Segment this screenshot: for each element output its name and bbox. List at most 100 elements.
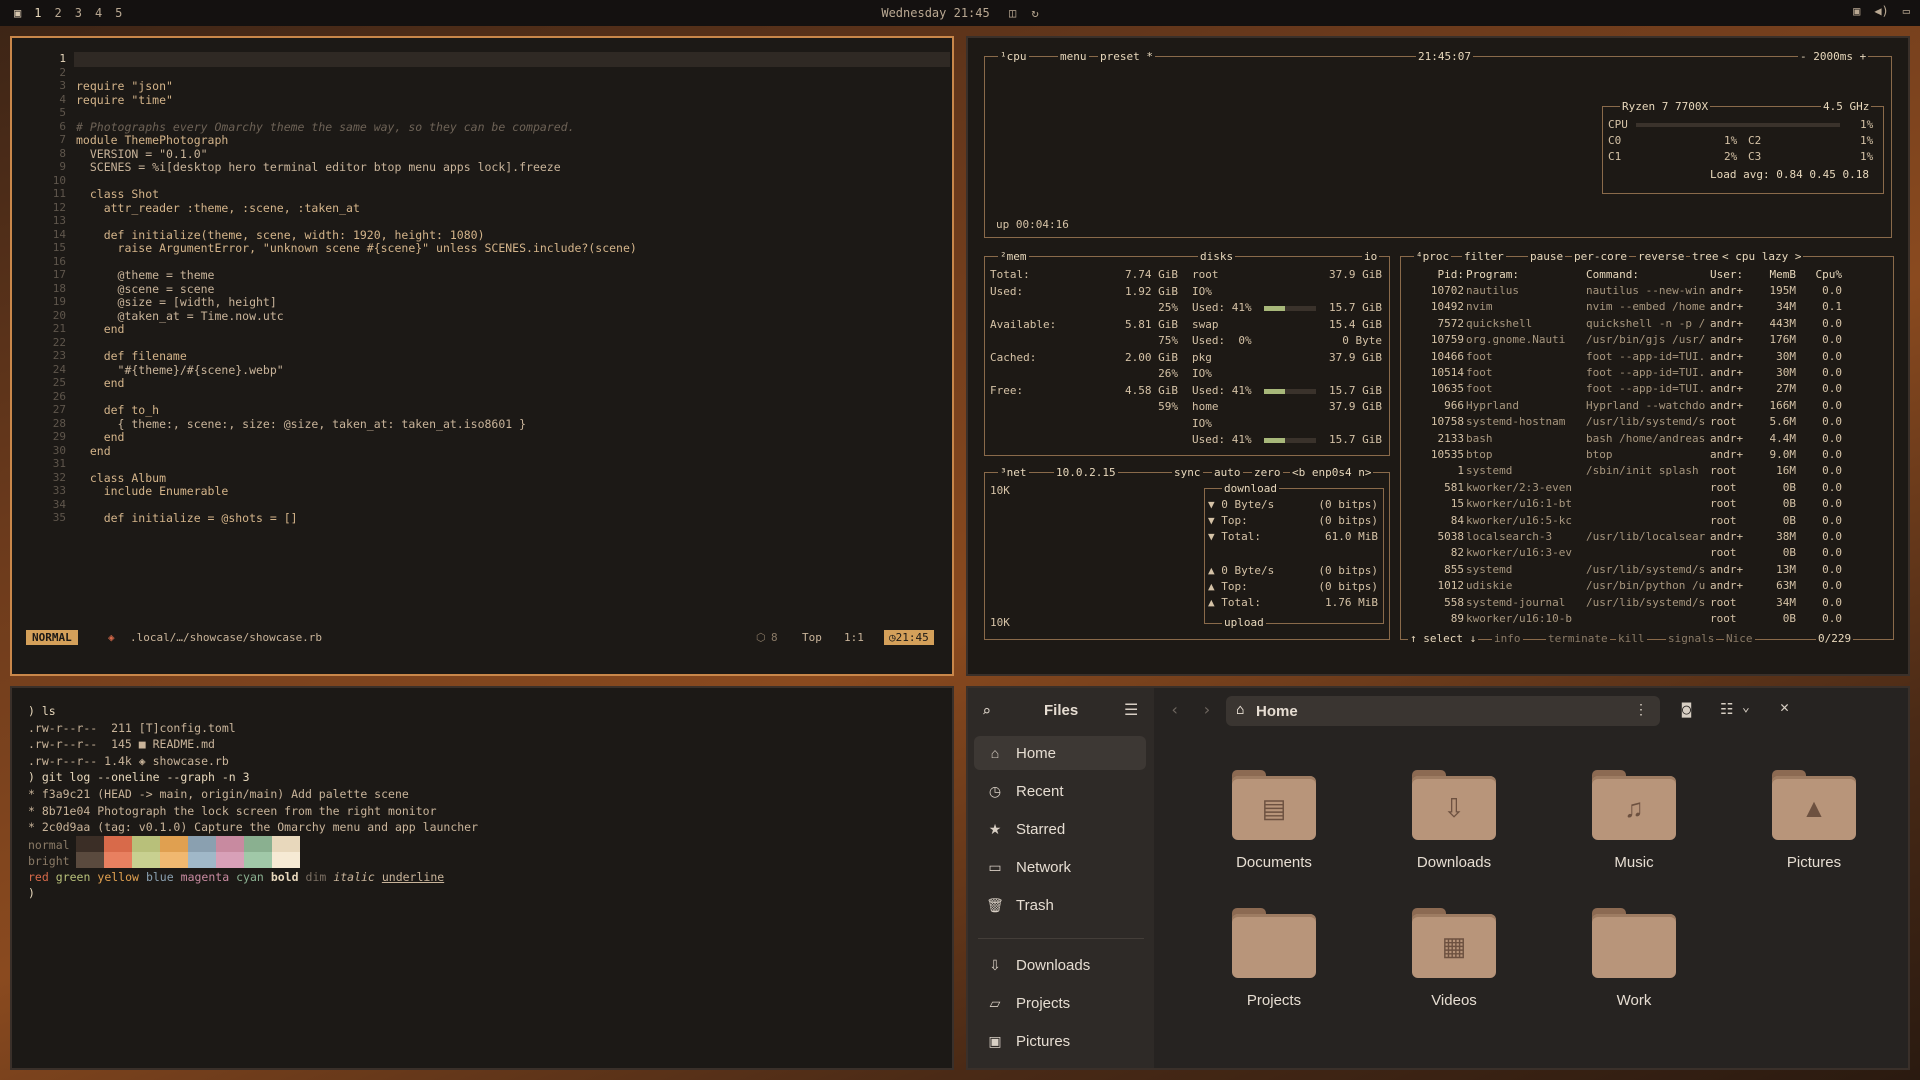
btop-window[interactable]: ¹cpu menu preset * 21:45:07 - 2000ms + R…	[966, 36, 1910, 676]
folder-videos[interactable]: ▦ Videos	[1394, 908, 1514, 1028]
proc-column-header[interactable]: User:	[1710, 268, 1743, 281]
style-word: bold	[270, 870, 299, 884]
proc-column-header[interactable]: Program:	[1466, 268, 1519, 281]
net-sync[interactable]: sync	[1172, 466, 1203, 479]
proc-footer-item[interactable]: 0/229	[1816, 632, 1854, 645]
view-options-icon[interactable]: ⌄	[1742, 700, 1750, 715]
sidebar-item-projects[interactable]: ▱ Projects	[974, 986, 1146, 1020]
io-toggle[interactable]: io	[1362, 250, 1380, 263]
proc-cell: /usr/lib/systemd/s	[1586, 595, 1706, 609]
proc-header-item[interactable]: pause	[1528, 250, 1566, 263]
clock[interactable]: Wednesday 21:45	[881, 6, 989, 20]
forward-icon[interactable]: ›	[1202, 700, 1212, 719]
search-icon[interactable]: ⌕	[982, 702, 991, 720]
close-icon[interactable]: ✕	[1780, 698, 1789, 716]
proc-column-header[interactable]: Command:	[1586, 268, 1639, 281]
proc-column-header[interactable]: MemB	[1764, 268, 1797, 281]
proc-cell: root	[1710, 480, 1737, 494]
terminal-prompt[interactable]: )	[28, 886, 35, 900]
proc-header-item[interactable]: ⁴proc	[1414, 250, 1452, 263]
workspace-1[interactable]: 1	[34, 6, 41, 20]
net-tab[interactable]: ³net	[998, 466, 1029, 479]
proc-column-header[interactable]: Pid:	[1408, 268, 1465, 281]
update-interval[interactable]: - 2000ms +	[1798, 50, 1869, 63]
cpu-tab[interactable]: ¹cpu	[998, 50, 1029, 63]
proc-cell: 966	[1444, 398, 1464, 412]
core-c0-value: 1%	[1724, 134, 1738, 147]
folder-projects[interactable]: Projects	[1214, 908, 1334, 1028]
view-list-icon[interactable]: ☷	[1720, 700, 1733, 718]
proc-header-item[interactable]: tree	[1690, 250, 1721, 263]
sidebar-item-label: Trash	[1016, 896, 1054, 914]
workspace-5[interactable]: 5	[115, 6, 122, 20]
proc-footer-item[interactable]: Nice	[1724, 632, 1755, 645]
proc-header-item[interactable]: per-core	[1572, 250, 1629, 263]
net-row-value: 1.76 MiB	[1325, 596, 1378, 609]
proc-footer-item[interactable]: terminate	[1546, 632, 1610, 645]
net-interface[interactable]: <b enp0s4 n>	[1290, 466, 1374, 479]
folder-work[interactable]: Work	[1574, 908, 1694, 1028]
proc-cell: 0.0	[1822, 349, 1842, 363]
line-number: 15	[52, 241, 66, 254]
proc-cell: 1	[1457, 464, 1464, 478]
sidebar-item-label: Downloads	[1016, 956, 1091, 974]
proc-cell: foot --app-id=TUI.	[1586, 382, 1706, 396]
screen-record-icon[interactable]: ◫	[1009, 6, 1016, 20]
preset-button[interactable]: preset *	[1098, 50, 1155, 63]
menu-button[interactable]: menu	[1058, 50, 1089, 63]
sidebar-item-recent[interactable]: ◷ Recent	[974, 774, 1146, 808]
proc-footer-item[interactable]: ↑ select ↓	[1408, 632, 1479, 645]
net-zero[interactable]: zero	[1252, 466, 1283, 479]
proc-footer-item[interactable]: kill	[1616, 632, 1647, 645]
proc-cell: 0.0	[1822, 513, 1842, 527]
location-menu-icon[interactable]: ⋮	[1634, 702, 1648, 718]
folder-music[interactable]: ♫ Music	[1574, 770, 1694, 890]
proc-cell: 0.0	[1822, 530, 1842, 543]
proc-header-item[interactable]: < cpu lazy >	[1720, 250, 1804, 263]
workspace-3[interactable]: 3	[75, 6, 82, 20]
proc-cell: /usr/bin/gjs /usr/	[1586, 333, 1706, 347]
folder-downloads[interactable]: ⇩ Downloads	[1394, 770, 1514, 890]
proc-cell: org.gnome.Nauti	[1466, 333, 1566, 347]
app-launcher-icon[interactable]: ▣	[14, 6, 21, 20]
proc-cell: 10466	[1430, 349, 1464, 363]
screenshot-icon[interactable]: ◙	[1682, 700, 1691, 718]
workspace-4[interactable]: 4	[95, 6, 102, 20]
workspace-2[interactable]: 2	[54, 6, 61, 20]
back-icon[interactable]: ‹	[1170, 700, 1180, 719]
sidebar-item-home[interactable]: ⌂ Home	[974, 736, 1146, 770]
proc-footer-item[interactable]: info	[1492, 632, 1523, 645]
location-bar[interactable]: ⌂ Home ⋮	[1226, 696, 1660, 726]
folder-documents[interactable]: ▤ Documents	[1214, 770, 1334, 890]
sidebar-item-trash[interactable]: 🗑 Trash	[974, 888, 1146, 922]
palette-swatch	[244, 852, 272, 868]
proc-column-header[interactable]: Cpu%	[1810, 268, 1843, 281]
sidebar-item-label: Pictures	[1016, 1032, 1071, 1050]
sidebar-item-pictures[interactable]: ▣ Pictures	[974, 1024, 1146, 1058]
notifications-icon[interactable]: ▭	[1903, 4, 1910, 18]
terminal-window[interactable]: ) ls .rw-r--r-- 211 [T]config.toml .rw-r--…	[10, 686, 954, 1070]
mem-row-label: Total:	[990, 268, 1030, 281]
proc-header-item[interactable]: reverse	[1636, 250, 1687, 263]
refresh-icon[interactable]: ↻	[1031, 6, 1038, 20]
palette-swatch	[104, 836, 132, 852]
proc-footer-item[interactable]: signals	[1666, 632, 1717, 645]
mem-tab[interactable]: ²mem	[998, 250, 1029, 263]
sidebar-item-starred[interactable]: ★ Starred	[974, 812, 1146, 846]
folder-icon: ▤	[1232, 770, 1316, 840]
volume-icon[interactable]: ◀)	[1874, 4, 1888, 18]
net-auto[interactable]: auto	[1212, 466, 1243, 479]
code-line: @taken_at = Time.now.utc	[76, 308, 284, 323]
folder-pictures[interactable]: ▲ Pictures	[1754, 770, 1874, 890]
editor-window[interactable]: 1# frozen_string_literal: true23require …	[10, 36, 954, 676]
sidebar-item-network[interactable]: ▭ Network	[974, 850, 1146, 884]
cpu-name: Ryzen 7 7700X	[1620, 100, 1711, 113]
files-window[interactable]: ⌕ Files ☰ ⌂ Home ◷ Recent ★ Starred ▭ Network 🗑 T…	[966, 686, 1910, 1070]
proc-cell: root	[1710, 612, 1737, 625]
display-icon[interactable]: ▣	[1853, 4, 1860, 18]
sidebar-item-downloads[interactable]: ⇩ Downloads	[974, 948, 1146, 982]
proc-header-item[interactable]: filter	[1462, 250, 1506, 263]
proc-cell: 0.0	[1822, 366, 1842, 379]
location-label: Home	[1256, 703, 1298, 720]
sidebar-menu-icon[interactable]: ☰	[1124, 700, 1138, 719]
